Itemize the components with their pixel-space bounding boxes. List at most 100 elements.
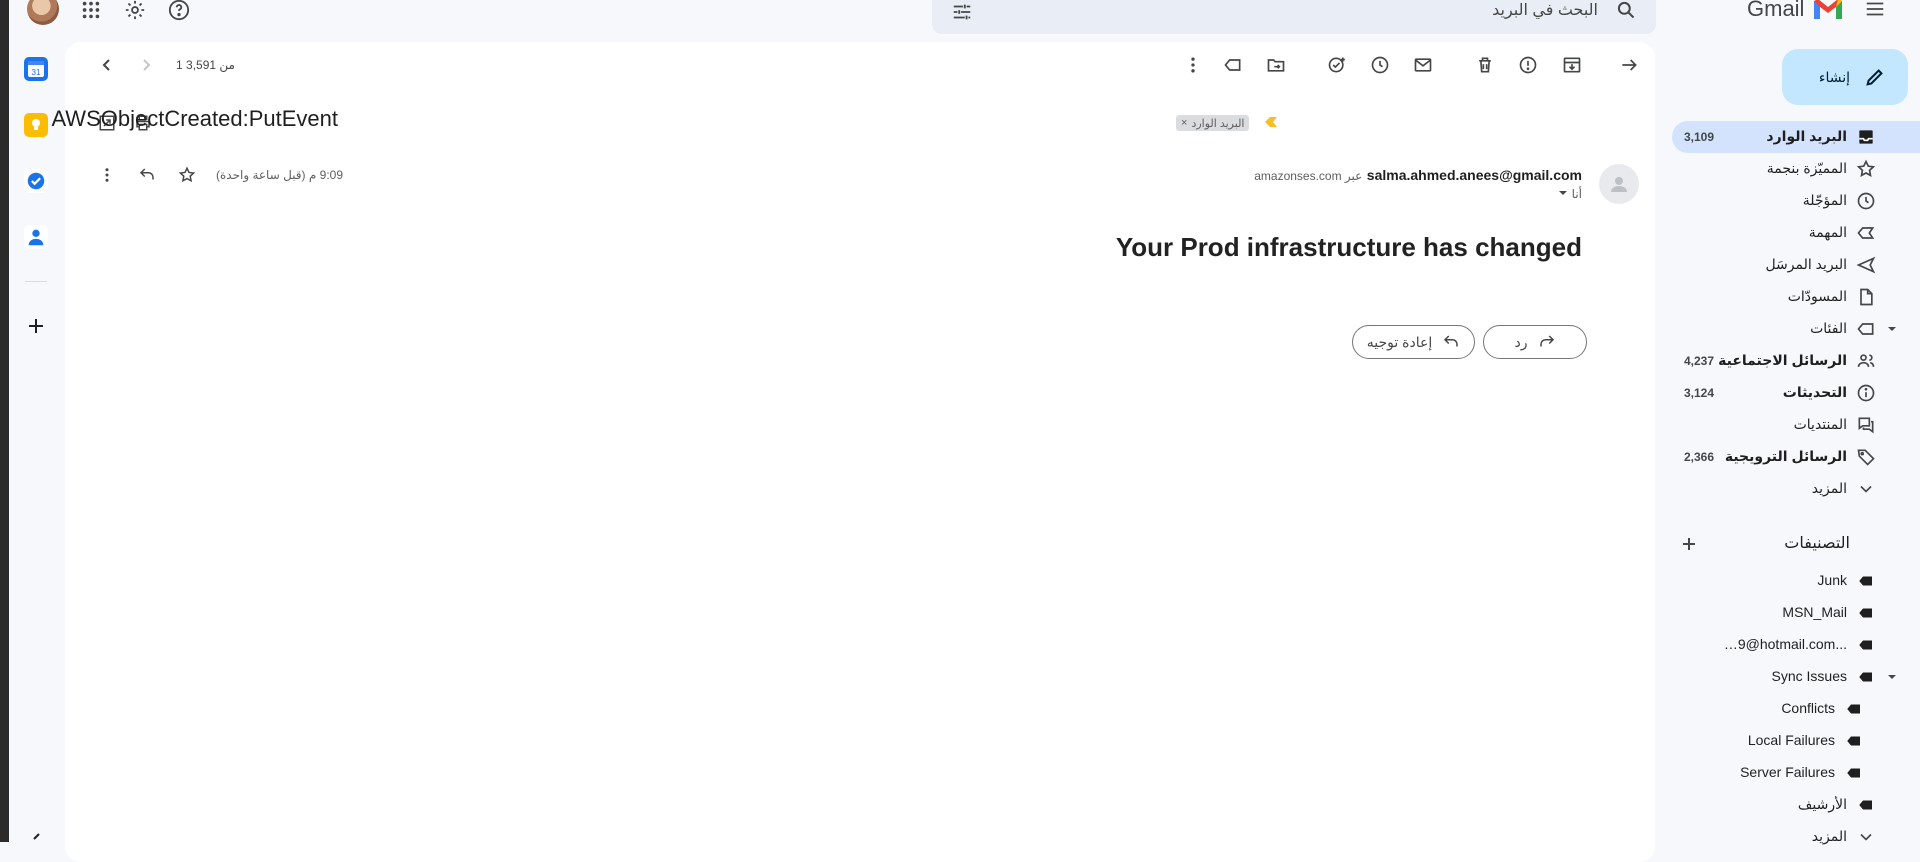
message-more-icon[interactable] xyxy=(95,163,119,187)
recipient-dropdown-icon[interactable] xyxy=(1558,188,1568,198)
sidebar-item[interactable]: المؤجّلة xyxy=(1672,185,1920,217)
add-to-tasks-icon[interactable] xyxy=(1325,53,1349,77)
contacts-app-icon[interactable] xyxy=(24,225,48,249)
sidebar-item-label: المؤجّلة xyxy=(1802,192,1847,208)
calendar-app-icon[interactable]: 31 xyxy=(24,57,48,81)
sidebar-item-label: الرسائل الترويجية xyxy=(1724,448,1847,464)
report-spam-icon[interactable] xyxy=(1516,53,1540,77)
rail-divider xyxy=(25,281,47,282)
sidebar-item[interactable]: البريد المرسَل xyxy=(1672,249,1920,281)
archive-icon[interactable] xyxy=(1560,53,1584,77)
collapse-panel-icon[interactable] xyxy=(26,828,46,848)
gmail-m-icon xyxy=(1814,0,1843,19)
newer-chevron-left-icon[interactable] xyxy=(95,53,119,77)
label-solid-icon xyxy=(1842,697,1866,721)
back-arrow-icon[interactable] xyxy=(1617,53,1641,77)
message-timestamp: 9:09 م (قبل ساعة واحدة) xyxy=(216,168,343,182)
move-to-icon[interactable] xyxy=(1264,53,1288,77)
mark-unread-icon[interactable] xyxy=(1411,53,1435,77)
forward-button[interactable]: إعادة توجيه xyxy=(1352,325,1475,359)
sender-avatar[interactable] xyxy=(1599,164,1639,204)
search-input[interactable]: البحث في البريد xyxy=(1492,0,1598,20)
sidebar-item[interactable]: البريد الوارد 3,109 xyxy=(1672,121,1920,153)
label-item[interactable]: MSN_Mail xyxy=(1672,597,1920,629)
snooze-clock-icon[interactable] xyxy=(1368,53,1392,77)
sidebar-item-label: البريد المرسَل xyxy=(1765,256,1847,272)
compose-button[interactable]: إنشاء xyxy=(1782,49,1908,105)
sidebar-item-label: المسودّات xyxy=(1787,288,1847,304)
search-icon[interactable] xyxy=(1614,0,1638,22)
label-item-label: الأرشيف xyxy=(1797,796,1847,812)
gmail-logo[interactable]: Gmail xyxy=(1747,0,1844,24)
inbox-label-chip[interactable]: البريد الوارد × xyxy=(1176,115,1250,131)
pencil-icon xyxy=(1866,69,1883,86)
label-item[interactable]: Server Failures xyxy=(1672,757,1920,789)
recipient-me: أنا xyxy=(1571,187,1582,201)
apps-grid-icon[interactable] xyxy=(77,0,105,24)
send-icon xyxy=(1854,253,1878,277)
forward-icon xyxy=(1444,335,1458,347)
label-solid-icon xyxy=(1842,761,1866,785)
sidebar-item[interactable]: الفئات xyxy=(1672,313,1920,345)
tag-icon xyxy=(1854,445,1878,469)
label-icon[interactable] xyxy=(1221,53,1245,77)
forum-icon xyxy=(1854,413,1878,437)
label-item[interactable]: Local Failures xyxy=(1672,725,1920,757)
label-solid-icon xyxy=(1854,665,1878,689)
clock-icon xyxy=(1854,189,1878,213)
reply-button[interactable]: رد xyxy=(1483,325,1587,359)
chevron-down-icon xyxy=(1854,477,1878,501)
sidebar-item[interactable]: المميّزة بنجمة xyxy=(1672,153,1920,185)
star-icon xyxy=(1854,157,1878,181)
sidebar-item-label: البريد الوارد xyxy=(1766,128,1847,144)
main-menu-icon[interactable] xyxy=(1862,0,1888,22)
sidebar-item[interactable]: المهمة xyxy=(1672,217,1920,249)
sidebar-item[interactable]: المنتديات xyxy=(1672,409,1920,441)
label-item[interactable]: الأرشيف xyxy=(1672,789,1920,821)
keep-app-icon[interactable] xyxy=(24,113,48,137)
label-item-label: Server Failures xyxy=(1740,764,1835,780)
sidebar-item-label: المزيد xyxy=(1811,480,1847,496)
sender-via: عبر amazonses.com xyxy=(1254,169,1363,183)
sidebar-item[interactable]: الرسائل الاجتماعية 4,237 xyxy=(1672,345,1920,377)
label-item-label: Local Failures xyxy=(1747,732,1835,748)
importance-marker-icon[interactable] xyxy=(1264,115,1278,134)
search-options-icon[interactable] xyxy=(950,0,974,24)
label-item[interactable]: Sync Issues xyxy=(1672,661,1920,693)
inbox-icon xyxy=(1854,125,1878,149)
expand-caret-icon[interactable] xyxy=(1886,665,1898,689)
label-item-label: Junk xyxy=(1817,572,1847,588)
delete-icon[interactable] xyxy=(1473,53,1497,77)
email-subject: AWSObjectCreated:PutEvent xyxy=(51,106,338,131)
label-item[interactable]: Conflicts xyxy=(1672,693,1920,725)
more-vert-icon[interactable] xyxy=(1181,53,1205,77)
label-item-label: المزيد xyxy=(1811,828,1847,844)
help-icon[interactable] xyxy=(165,0,193,24)
sidebar-item[interactable]: الرسائل الترويجية 2,366 xyxy=(1672,441,1920,473)
gear-icon[interactable] xyxy=(121,0,149,24)
sender-email[interactable]: salma.ahmed.anees@gmail.com xyxy=(1367,167,1582,183)
gmail-wordmark: Gmail xyxy=(1747,0,1805,21)
reply-arrow-icon[interactable] xyxy=(135,163,159,187)
sidebar-item[interactable]: المسودّات xyxy=(1672,281,1920,313)
sidebar-item-label: التحديثات xyxy=(1782,384,1847,400)
account-avatar[interactable] xyxy=(27,0,59,25)
sidebar-item[interactable]: المزيد xyxy=(1672,473,1920,505)
older-chevron-right-icon[interactable] xyxy=(134,53,158,77)
sidebar-item-count: 3,109 xyxy=(1684,130,1715,144)
label-item[interactable]: ...ed.2009@hotmail.com xyxy=(1672,629,1920,661)
sidebar-item-label: المنتديات xyxy=(1793,416,1847,432)
reading-pane xyxy=(65,42,1655,862)
add-label-icon[interactable] xyxy=(1677,532,1701,556)
recipient-details[interactable]: أنا xyxy=(1558,187,1582,201)
add-app-icon[interactable] xyxy=(24,314,48,338)
sidebar-item[interactable]: التحديثات 3,124 xyxy=(1672,377,1920,409)
expand-caret-icon[interactable] xyxy=(1886,317,1898,341)
remove-label-icon[interactable]: × xyxy=(1181,117,1187,129)
search-bar[interactable]: البحث في البريد xyxy=(932,0,1656,34)
label-item[interactable]: Junk xyxy=(1672,565,1920,597)
label-chip-text: البريد الوارد xyxy=(1191,117,1245,130)
label-item[interactable]: المزيد xyxy=(1672,821,1920,853)
star-icon[interactable] xyxy=(175,163,199,187)
tasks-app-icon[interactable] xyxy=(24,169,48,193)
